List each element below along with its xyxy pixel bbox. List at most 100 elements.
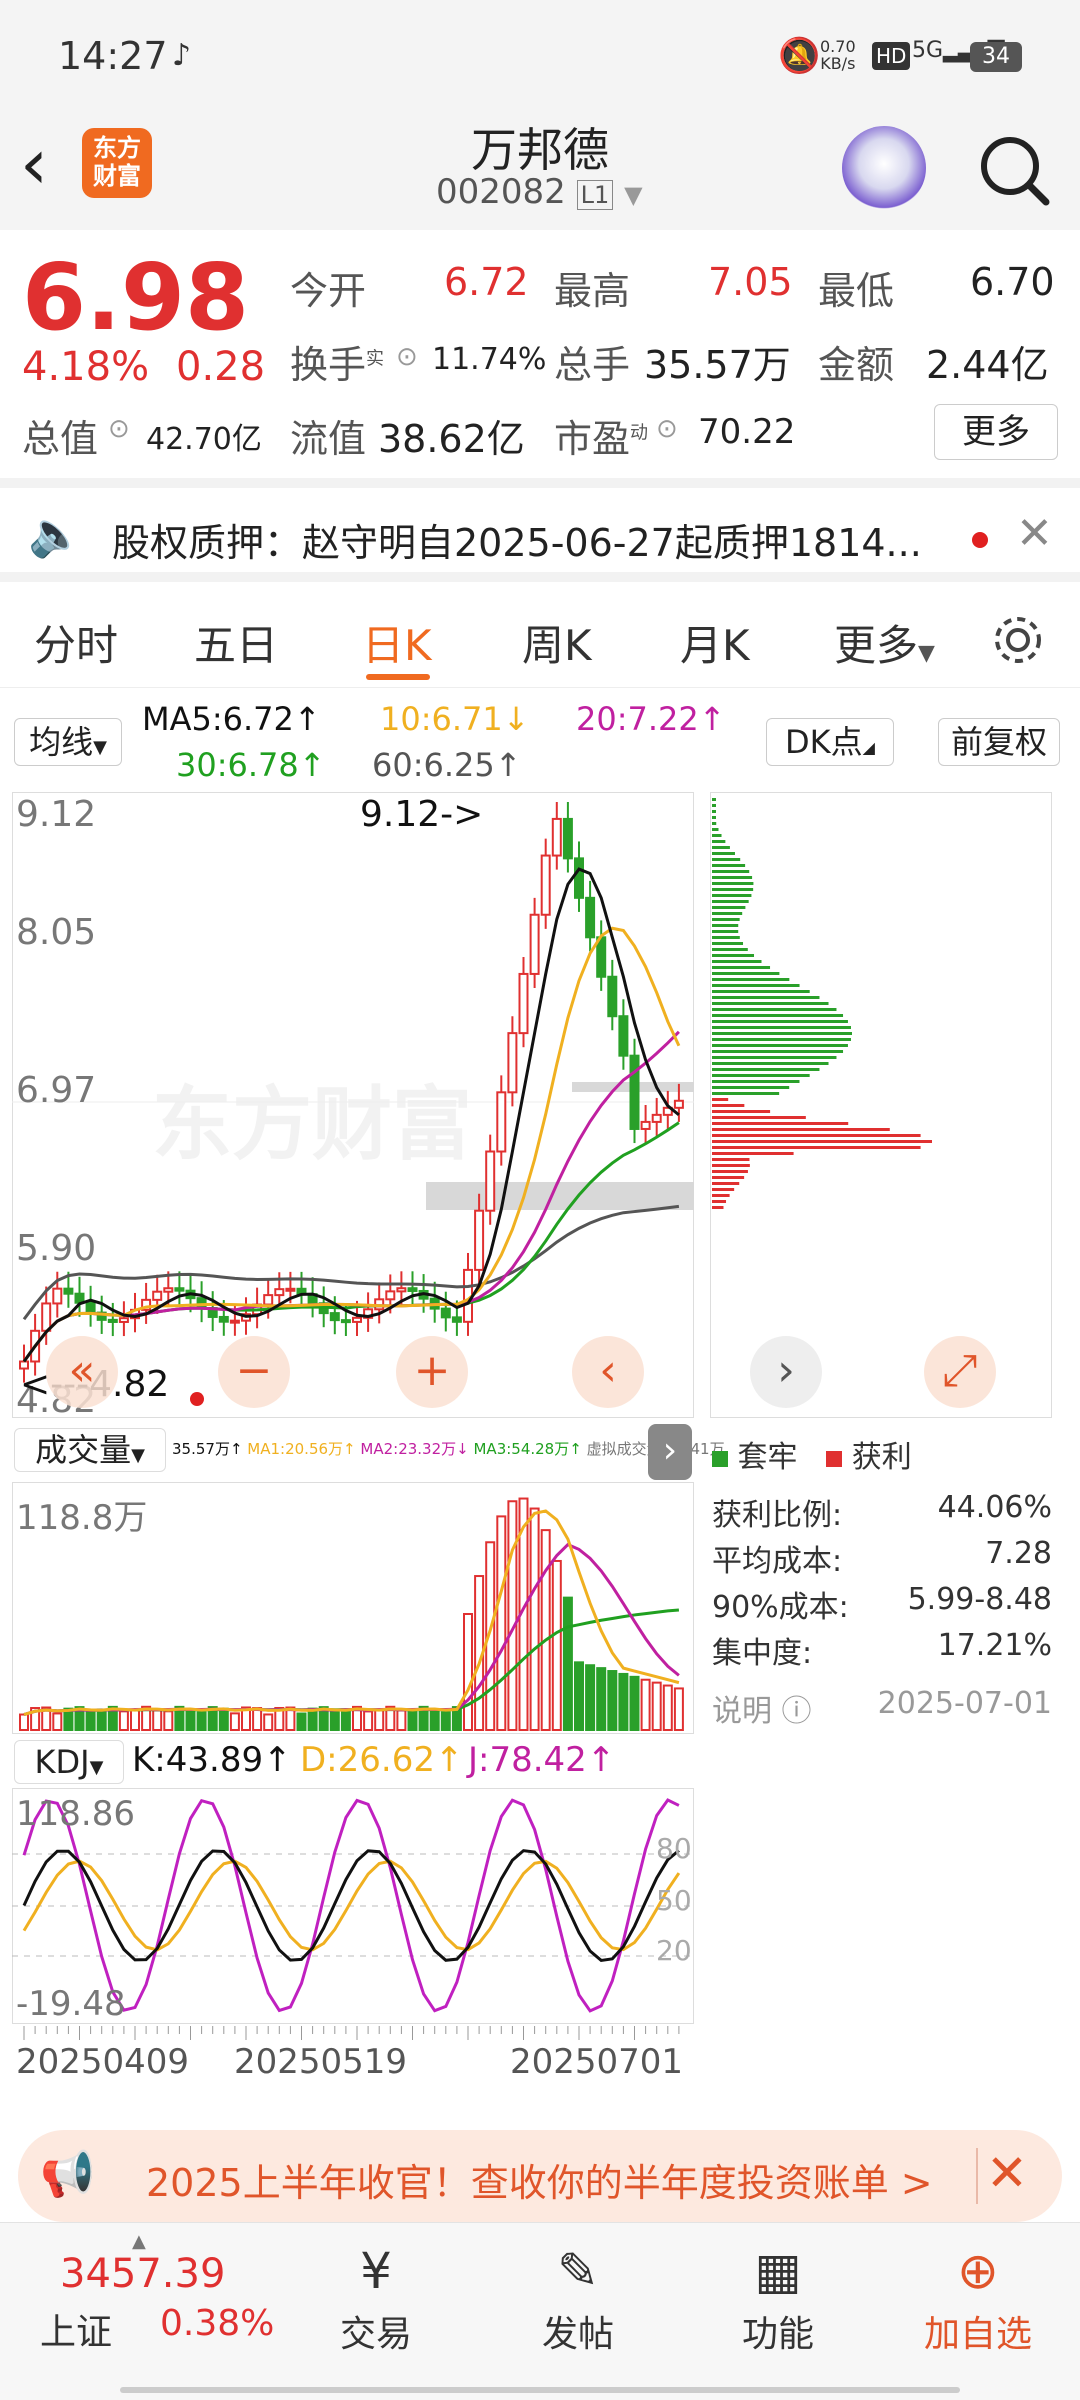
index-value[interactable]: 3457.39	[60, 2251, 225, 2297]
tab-weekly-k[interactable]: 周K	[522, 612, 592, 673]
tab-five-day[interactable]: 五日	[194, 612, 278, 673]
volume-bar	[229, 1712, 240, 1731]
plus-circle-icon: ⊕	[957, 2242, 999, 2300]
candle	[596, 936, 607, 978]
info-dots-icon[interactable]: ⊙	[108, 414, 130, 444]
zoom-out-icon[interactable]: −	[218, 1336, 290, 1408]
volume-bar	[540, 1529, 551, 1731]
volume-bar	[507, 1500, 518, 1731]
kline-chart[interactable]: 东方财富	[12, 792, 694, 1418]
candle	[329, 1312, 340, 1322]
chip-bar	[712, 840, 726, 843]
notice-bar[interactable]: 🔈 股权质押：赵守明自2025-06-27起质押1814... ✕	[0, 478, 1080, 582]
chip-distribution-chart[interactable]	[710, 792, 1052, 1418]
scroll-left-icon[interactable]: ‹	[572, 1336, 644, 1408]
volume-bar	[463, 1613, 473, 1731]
kdj-20-label: 20	[656, 1934, 692, 1967]
kdj-top-label: 118.86	[16, 1794, 135, 1834]
ma-select[interactable]: 均线▼	[14, 718, 122, 766]
volume-label: 总手	[554, 343, 631, 387]
chip-bar	[712, 984, 800, 987]
chip-bar	[712, 834, 722, 837]
adjust-button[interactable]: 前复权	[938, 718, 1060, 766]
nav-functions[interactable]: ▦ 功能	[708, 2237, 848, 2357]
volume-bar	[651, 1681, 662, 1731]
date-label: 20250519	[234, 2042, 408, 2082]
tab-daily-k[interactable]: 日K	[362, 612, 432, 673]
notice-text[interactable]: 股权质押：赵守明自2025-06-27起质押1814...	[112, 512, 922, 567]
chip-bar	[712, 804, 716, 807]
nav-add-watchlist[interactable]: ⊕ 加自选	[908, 2237, 1048, 2357]
candle	[85, 1301, 96, 1314]
more-button[interactable]: 更多	[934, 404, 1058, 460]
chip-band	[426, 1182, 694, 1210]
volume-bar	[296, 1712, 307, 1731]
tab-intraday[interactable]: 分时	[34, 612, 118, 673]
chip-stat-row: 平均成本: 7.28	[712, 1536, 1052, 1579]
chip-bar	[712, 972, 780, 975]
robot-assistant-avatar[interactable]	[842, 126, 926, 210]
chip-bar	[712, 828, 719, 831]
volume-bar	[618, 1672, 629, 1731]
chip-bar	[712, 966, 771, 969]
volume-bar	[396, 1709, 407, 1731]
zoom-in-icon[interactable]: +	[396, 1336, 468, 1408]
gear-icon[interactable]	[990, 612, 1046, 668]
volume-bar	[551, 1559, 562, 1731]
volume-bar	[363, 1710, 374, 1732]
scroll-right-icon[interactable]: ›	[750, 1336, 822, 1408]
chip-bar	[712, 1194, 730, 1197]
chip-bar	[712, 1002, 829, 1005]
stock-code[interactable]: 002082 L1 ▼	[436, 172, 643, 212]
candle	[485, 1150, 496, 1212]
close-icon[interactable]: ✕	[1016, 508, 1053, 559]
yen-cycle-icon: ¥	[360, 2242, 392, 2300]
candle	[629, 1054, 640, 1130]
nav-post[interactable]: ✎ 发帖	[508, 2237, 648, 2357]
grid-icon: ▦	[754, 2242, 802, 2300]
volume-bar	[118, 1710, 129, 1731]
candle	[618, 1015, 629, 1057]
y-label: 5.90	[16, 1228, 97, 1269]
kdj-select[interactable]: KDJ▼	[14, 1740, 124, 1784]
chip-bar	[712, 1146, 921, 1149]
volume-bar	[585, 1664, 596, 1732]
chip-bar	[712, 930, 739, 933]
dk-point-button[interactable]: DK点◢	[766, 718, 894, 766]
chip-bar	[712, 882, 754, 885]
megaphone-icon: 📢	[40, 2149, 95, 2200]
tab-monthly-k[interactable]: 月K	[680, 612, 750, 673]
mute-bell-icon: 🔕	[778, 36, 821, 76]
volume-bar	[163, 1710, 174, 1731]
info-dots-icon[interactable]: ⊙	[656, 414, 678, 444]
info-icon[interactable]: ⓘ	[782, 1694, 812, 1729]
chip-stat-row: 获利比例: 44.06%	[712, 1490, 1052, 1533]
chip-bar	[712, 1128, 890, 1131]
search-icon[interactable]	[976, 132, 1052, 208]
candle	[263, 1294, 274, 1306]
volume-bar	[607, 1670, 618, 1732]
nav-trade[interactable]: ¥ 交易	[306, 2237, 446, 2357]
caret-up-icon: ▲	[132, 2231, 146, 2252]
volume-bar	[673, 1687, 684, 1731]
promo-banner[interactable]: 📢 2025上半年收官！查收你的半年度投资账单 > ✕	[18, 2130, 1062, 2222]
banner-text[interactable]: 2025上半年收官！查收你的半年度投资账单 >	[146, 2152, 933, 2207]
volume-select[interactable]: 成交量▼	[14, 1428, 166, 1472]
candle	[407, 1287, 418, 1292]
candle	[174, 1287, 185, 1292]
expand-icon[interactable]: ⤢	[924, 1336, 996, 1408]
chip-bar	[712, 960, 762, 963]
close-banner-icon[interactable]: ✕	[986, 2144, 1028, 2202]
chip-note-row[interactable]: 说明 ⓘ 2025-07-01	[712, 1686, 1052, 1732]
kdj-50-label: 50	[656, 1884, 692, 1917]
scroll-left-fast-icon[interactable]: «	[46, 1336, 118, 1408]
ma30-legend: 30:6.78↑	[176, 746, 326, 784]
chip-bar	[712, 846, 730, 849]
chip-bar	[712, 1098, 729, 1101]
info-dots-icon[interactable]: ⊙	[396, 342, 418, 372]
index-change[interactable]: 0.38%	[160, 2303, 274, 2344]
tab-more[interactable]: 更多▼	[834, 612, 935, 673]
index-name[interactable]: 上证	[40, 2303, 112, 2355]
expand-side-panel-button[interactable]: ›	[648, 1424, 692, 1480]
open-value: 6.72	[444, 260, 529, 304]
